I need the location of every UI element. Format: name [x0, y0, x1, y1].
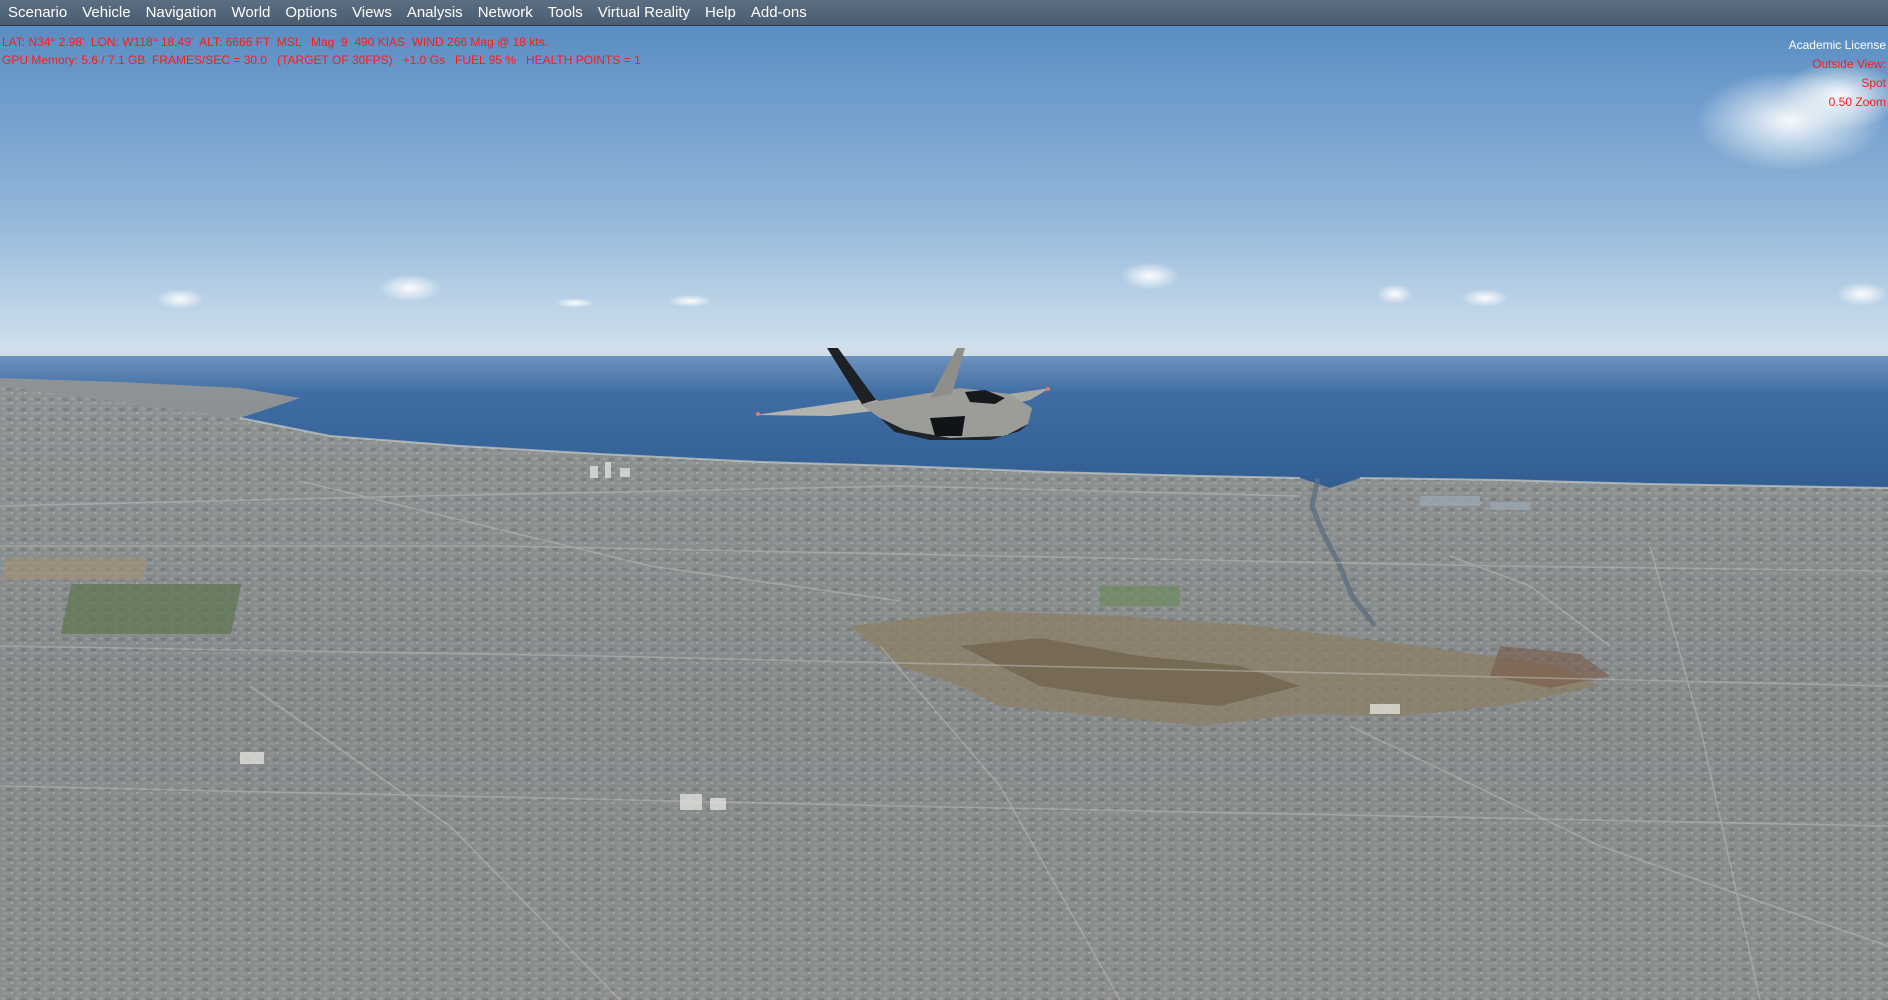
- flight-simulator-window: Scenario Vehicle Navigation World Option…: [0, 0, 1888, 1000]
- view-mode: Spot: [1861, 76, 1886, 90]
- menu-network[interactable]: Network: [474, 0, 544, 26]
- menu-help[interactable]: Help: [701, 0, 747, 26]
- sky: [0, 26, 1888, 356]
- menu-views[interactable]: Views: [348, 0, 403, 26]
- menu-bar: Scenario Vehicle Navigation World Option…: [0, 0, 1888, 26]
- menu-tools[interactable]: Tools: [544, 0, 594, 26]
- hud-line-performance: GPU Memory: 5.6 / 7.1 GB FRAMES/SEC = 30…: [2, 53, 641, 67]
- menu-world[interactable]: World: [227, 0, 281, 26]
- menu-options[interactable]: Options: [281, 0, 348, 26]
- hud-view-info: Academic License Outside View: Spot 0.50…: [1789, 36, 1886, 112]
- menu-scenario[interactable]: Scenario: [4, 0, 78, 26]
- menu-add-ons[interactable]: Add-ons: [747, 0, 818, 26]
- menu-virtual-reality[interactable]: Virtual Reality: [594, 0, 701, 26]
- menu-analysis[interactable]: Analysis: [403, 0, 474, 26]
- license-label: Academic License: [1788, 38, 1886, 52]
- hud-line-position: LAT: N34° 2.98' LON: W118° 18.49' ALT: 6…: [2, 35, 548, 49]
- simulator-viewport[interactable]: [0, 26, 1888, 1000]
- zoom-level: 0.50 Zoom: [1828, 95, 1886, 109]
- hud-telemetry: LAT: N34° 2.98' LON: W118° 18.49' ALT: 6…: [2, 33, 641, 69]
- menu-vehicle[interactable]: Vehicle: [78, 0, 141, 26]
- scene-graphic: [0, 26, 1888, 1000]
- view-label: Outside View:: [1812, 57, 1886, 71]
- menu-navigation[interactable]: Navigation: [142, 0, 228, 26]
